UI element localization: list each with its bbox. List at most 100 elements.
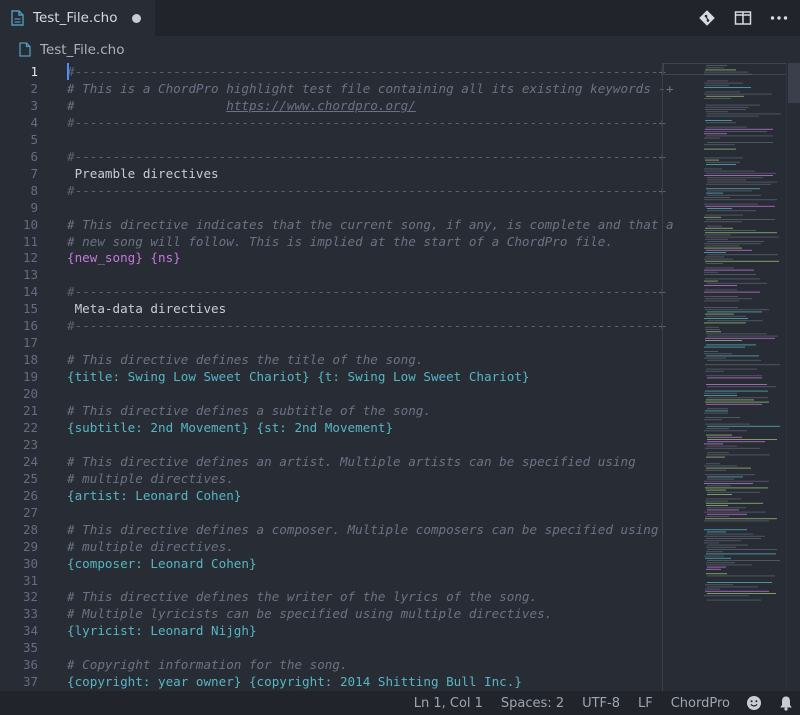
- minimap-line: [706, 428, 729, 429]
- code-line[interactable]: 30 {composer: Leonard Cohen}: [0, 555, 800, 572]
- code-token: {title: Swing Low Sweet Chariot} {t: Swi…: [67, 369, 530, 385]
- minimap[interactable]: [702, 63, 786, 691]
- minimap-line: [707, 142, 773, 143]
- git-compare-icon[interactable]: [696, 7, 718, 29]
- code-line[interactable]: 14 #-------------------------------------…: [0, 283, 800, 300]
- minimap-line: [705, 447, 760, 449]
- line-content: #---------------------------------------…: [67, 63, 666, 80]
- code-line[interactable]: 5: [0, 131, 800, 148]
- line-number: 34: [22, 623, 38, 639]
- editor-tab[interactable]: Test_File.cho: [0, 0, 155, 36]
- code-line[interactable]: 21 # This directive defines a subtitle of…: [0, 402, 800, 419]
- language-mode[interactable]: ChordPro: [671, 696, 730, 711]
- code-line[interactable]: 19 {title: Swing Low Sweet Chariot} {t: S…: [0, 368, 800, 385]
- code-line[interactable]: 17: [0, 334, 800, 351]
- minimap-line: [704, 351, 718, 352]
- line-number: 14: [22, 284, 38, 300]
- code-line[interactable]: 11 # new song will follow. This is implie…: [0, 233, 800, 250]
- minimap-line: [707, 179, 746, 181]
- code-line[interactable]: 31: [0, 572, 800, 589]
- code-line[interactable]: 24 # This directive defines an artist. Mu…: [0, 453, 800, 470]
- code-line[interactable]: 25 # multiple directives.: [0, 470, 800, 487]
- minimap-line: [706, 236, 779, 238]
- code-line[interactable]: 20: [0, 385, 800, 402]
- cursor-position[interactable]: Ln 1, Col 1: [414, 696, 483, 711]
- indentation-status[interactable]: Spaces: 2: [501, 696, 564, 711]
- code-editor[interactable]: 1 #--------------------------------------…: [0, 63, 800, 691]
- minimap-line: [705, 390, 768, 392]
- code-line[interactable]: 23: [0, 436, 800, 453]
- minimap-line: [707, 225, 722, 227]
- feedback-smiley-icon[interactable]: [746, 695, 762, 711]
- url-link[interactable]: https://www.chordpro.org/: [226, 98, 416, 113]
- minimap-line: [706, 573, 727, 575]
- code-line[interactable]: 4 #--------------------------------------…: [0, 114, 800, 131]
- code-line[interactable]: 22 {subtitle: 2nd Movement} {st: 2nd Move…: [0, 419, 800, 436]
- code-line[interactable]: 28 # This directive defines a composer. M…: [0, 521, 800, 538]
- code-line[interactable]: 32 # This directive defines the writer of…: [0, 588, 800, 605]
- code-line[interactable]: 12 {new_song} {ns}: [0, 249, 800, 266]
- scrollbar-thumb[interactable]: [788, 63, 800, 103]
- minimap-line: [704, 252, 726, 253]
- code-line[interactable]: 2 # This is a ChordPro highlight test fil…: [0, 80, 800, 97]
- minimap-line: [704, 357, 726, 359]
- minimap-line: [704, 285, 737, 286]
- code-line[interactable]: 36 # Copyright information for the song.: [0, 656, 800, 673]
- code-line[interactable]: 6 #--------------------------------------…: [0, 148, 800, 165]
- code-line[interactable]: 7 Preamble directives: [0, 165, 800, 182]
- code-line[interactable]: 37 {copyright: year owner} {copyright: 20…: [0, 673, 800, 690]
- breadcrumb-file[interactable]: Test_File.cho: [40, 42, 124, 58]
- line-content: # This directive defines a subtitle of t…: [67, 402, 431, 419]
- code-token: #: [67, 97, 227, 113]
- code-line[interactable]: 8 #--------------------------------------…: [0, 182, 800, 199]
- minimap-line: [706, 331, 721, 333]
- line-number: 10: [22, 216, 38, 232]
- notifications-bell-icon[interactable]: [778, 695, 794, 711]
- line-content: {new_song} {ns}: [67, 249, 181, 266]
- encoding-status[interactable]: UTF-8: [582, 696, 620, 711]
- minimap-line: [706, 505, 728, 506]
- minimap-line: [704, 234, 731, 236]
- split-editor-icon[interactable]: [732, 7, 754, 29]
- unsaved-dot-icon[interactable]: [132, 14, 141, 23]
- minimap-line: [705, 500, 728, 502]
- minimap-line: [707, 452, 729, 454]
- minimap-line: [704, 307, 738, 308]
- minimap-line: [707, 436, 742, 438]
- minimap-line: [704, 133, 727, 135]
- code-line[interactable]: 3 # https://www.chordpro.org/: [0, 97, 800, 114]
- minimap-line: [704, 274, 756, 275]
- minimap-line: [704, 131, 767, 132]
- line-number: 18: [22, 352, 38, 368]
- code-line[interactable]: 18 # This directive defines the title of …: [0, 351, 800, 368]
- tab-bar: Test_File.cho: [0, 0, 800, 36]
- code-line[interactable]: 10 # This directive indicates that the cu…: [0, 216, 800, 233]
- line-number: 21: [22, 403, 38, 418]
- code-line[interactable]: 33 # Multiple lyricists can be specified …: [0, 605, 800, 622]
- code-line[interactable]: 35: [0, 639, 800, 656]
- code-line[interactable]: 27: [0, 504, 800, 521]
- minimap-line: [706, 553, 776, 555]
- code-line[interactable]: 9: [0, 199, 800, 216]
- code-line[interactable]: 34 {lyricist: Leonard Nijgh}: [0, 622, 800, 639]
- minimap-line: [705, 227, 733, 229]
- code-line[interactable]: 29 # multiple directives.: [0, 538, 800, 555]
- line-content: {subtitle: 2nd Movement} {st: 2nd Moveme…: [67, 419, 393, 436]
- code-line[interactable]: 15 Meta-data directives: [0, 300, 800, 317]
- code-line[interactable]: 26 {artist: Leonard Cohen}: [0, 487, 800, 504]
- minimap-line: [705, 289, 737, 291]
- minimap-line: [704, 87, 751, 88]
- vertical-scrollbar[interactable]: [786, 63, 800, 691]
- minimap-line: [707, 549, 777, 550]
- minimap-line: [704, 199, 777, 201]
- line-number: 2: [30, 80, 38, 96]
- minimap-line: [704, 216, 721, 218]
- minimap-line: [705, 370, 724, 372]
- more-actions-icon[interactable]: [768, 7, 790, 29]
- code-line[interactable]: 16 #-------------------------------------…: [0, 317, 800, 334]
- minimap-line: [705, 214, 743, 216]
- code-line[interactable]: 13: [0, 266, 800, 283]
- eol-status[interactable]: LF: [638, 696, 653, 711]
- code-token: # new song will follow. This is implied …: [67, 233, 613, 249]
- minimap-line: [704, 465, 737, 467]
